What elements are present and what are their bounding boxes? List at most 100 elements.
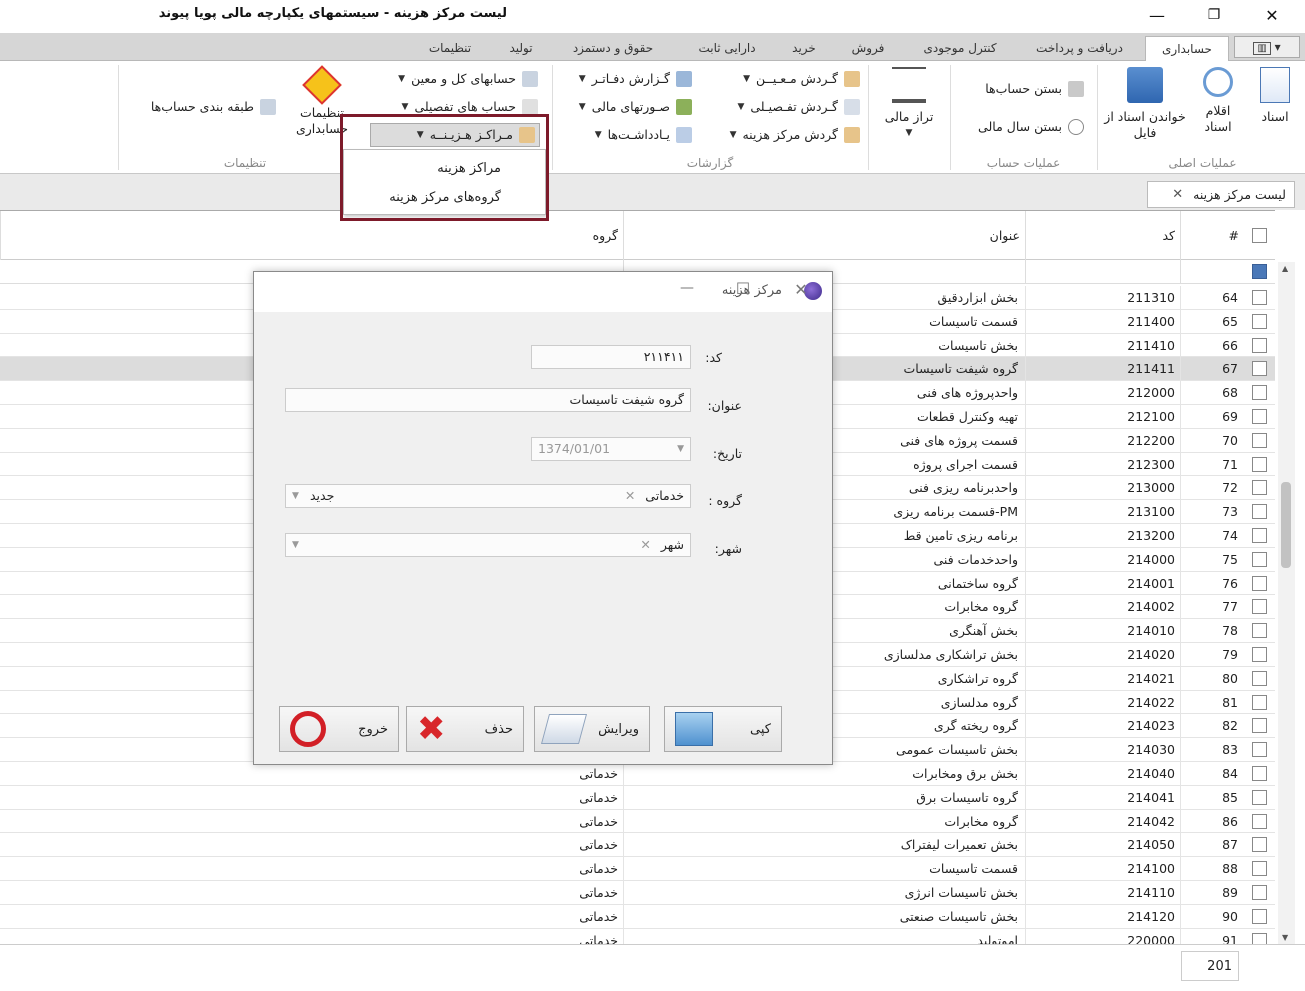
tab-accounting[interactable]: حسابداری [1145, 36, 1229, 62]
dialog-minimize-button[interactable]: — [670, 280, 704, 296]
row-checkbox[interactable] [1252, 861, 1267, 877]
chevron-down-icon[interactable]: ▼ [677, 438, 684, 460]
group-reports-label: گزارشات [686, 156, 734, 170]
select-all-checkbox[interactable] [1252, 228, 1267, 243]
tab-inventory[interactable]: کنترل موجودی [908, 36, 1012, 61]
row-checkbox[interactable] [1252, 504, 1267, 520]
city-select[interactable]: شهر ✕ ▼ [285, 533, 691, 557]
row-code: 214030 [1127, 742, 1175, 758]
row-checkbox[interactable] [1252, 337, 1267, 353]
row-checkbox[interactable] [1252, 789, 1267, 805]
tab-settings[interactable]: تنظیمات [415, 36, 485, 61]
chevron-down-icon[interactable]: ▼ [292, 534, 299, 556]
table-row[interactable]: 88 214100 قسمت تاسیسات خدماتی [0, 857, 1275, 881]
table-row[interactable]: 87 214050 بخش تعمیرات لیفتراک خدماتی [0, 833, 1275, 858]
row-checkbox[interactable] [1252, 290, 1267, 305]
date-field[interactable]: 1374/01/01 ▼ [531, 437, 691, 461]
row-checkbox[interactable] [1252, 361, 1267, 377]
dialog-maximize-button[interactable]: ☐ [726, 279, 760, 298]
minimize-button[interactable]: — [1134, 0, 1180, 30]
row-checkbox[interactable] [1252, 551, 1267, 567]
row-checkbox[interactable] [1252, 813, 1267, 829]
filter-icon[interactable] [1252, 264, 1267, 279]
close-button[interactable]: ✕ [1249, 0, 1295, 30]
row-checkbox[interactable] [1252, 718, 1267, 734]
column-header-title[interactable]: عنوان [623, 211, 1025, 261]
row-checkbox[interactable] [1252, 313, 1267, 329]
row-number: 85 [1222, 789, 1238, 805]
copy-button[interactable]: کپی [664, 706, 782, 752]
group-select[interactable]: خدماتی ✕ جدید ▼ [285, 484, 691, 508]
cost-center-turnover-button[interactable]: گردش مرکز هزینه ▼ [716, 123, 860, 147]
row-checkbox[interactable] [1252, 647, 1267, 662]
code-field[interactable]: ۲۱۱۴۱۱ [531, 345, 691, 369]
row-checkbox[interactable] [1252, 908, 1267, 924]
read-docs-from-file-button[interactable]: خواندن اسناد از فایل [1104, 67, 1186, 141]
exit-button[interactable]: خروج [279, 706, 399, 752]
clear-icon[interactable]: ✕ [625, 488, 635, 503]
document-tab-cost-center-list[interactable]: لیست مرکز هزینه ✕ [1147, 181, 1295, 208]
row-checkbox[interactable] [1252, 432, 1267, 448]
column-header-number[interactable]: # [1180, 211, 1244, 261]
title-field[interactable]: گروه شیفت تاسیسات [285, 388, 691, 412]
table-row[interactable]: 90 214120 بخش تاسیسات صنعتی خدماتی [0, 904, 1275, 929]
tab-receipt-payment[interactable]: دریافت و پرداخت [1022, 36, 1137, 61]
gl-accounts-button[interactable]: حسابهای کل و معین ▼ [376, 67, 538, 91]
notes-button[interactable]: یـادداشـت‌ها ▼ [560, 123, 692, 147]
row-checkbox[interactable] [1252, 599, 1267, 615]
document-tab-strip [0, 174, 1305, 210]
row-checkbox[interactable] [1252, 456, 1267, 472]
chart-report-icon [844, 127, 860, 143]
close-accounts-button[interactable]: بستن حساب‌ها [960, 77, 1084, 101]
delete-button[interactable]: حذف ✖ [406, 706, 524, 752]
quick-access-menu[interactable]: ▥ ▾ [1234, 36, 1300, 58]
tab-production[interactable]: تولید [497, 36, 545, 61]
table-row[interactable]: 89 214110 بخش تاسیسات انرژی خدماتی [0, 881, 1275, 905]
tab-sales[interactable]: فروش [840, 36, 896, 61]
row-checkbox[interactable] [1252, 885, 1267, 900]
close-fiscal-year-button[interactable]: بستن سال مالی [960, 115, 1084, 139]
row-checkbox[interactable] [1252, 409, 1267, 424]
edit-button[interactable]: ویرایش [534, 706, 650, 752]
book-report-button[interactable]: گـزارش دفـاتـر ▼ [560, 67, 692, 91]
row-checkbox[interactable] [1252, 742, 1267, 758]
row-checkbox[interactable] [1252, 694, 1267, 710]
row-group: خدماتی [579, 837, 618, 853]
row-checkbox[interactable] [1252, 932, 1267, 944]
table-row[interactable]: 86 214042 گروه مخابرات خدماتی [0, 809, 1275, 834]
vertical-scrollbar[interactable]: ▲ ▼ [1278, 262, 1295, 944]
row-checkbox[interactable] [1252, 480, 1267, 496]
tab-payroll[interactable]: حقوق و دستمزد [556, 36, 670, 61]
docs-button[interactable]: اسناد [1250, 67, 1300, 125]
row-checkbox[interactable] [1252, 623, 1267, 639]
doc-items-button[interactable]: اقلام اسناد [1193, 67, 1243, 135]
row-checkbox[interactable] [1252, 385, 1267, 401]
new-group-link[interactable]: جدید [310, 485, 334, 507]
table-row[interactable]: 84 214040 بخش برق ومخابرات خدماتی [0, 762, 1275, 786]
tools-icon [302, 65, 342, 105]
row-checkbox[interactable] [1252, 766, 1267, 781]
row-code: 214050 [1127, 837, 1175, 853]
detail-turnover-button[interactable]: گـردش تفـصیـلی ▼ [716, 95, 860, 119]
financial-statements-button[interactable]: صـورتهای مالی ▼ [560, 95, 692, 119]
scrollbar-thumb[interactable] [1281, 482, 1291, 568]
row-code: 211310 [1127, 290, 1175, 305]
row-checkbox[interactable] [1252, 837, 1267, 853]
dialog-close-button[interactable]: ✕ [784, 280, 818, 299]
close-icon[interactable]: ✕ [1172, 187, 1183, 202]
table-row[interactable]: 85 214041 گروه تاسیسات برق خدماتی [0, 785, 1275, 810]
column-header-code[interactable]: کد [1025, 211, 1180, 261]
row-checkbox[interactable] [1252, 670, 1267, 686]
account-classification-button[interactable]: طبقه بندی حساب‌ها [130, 95, 276, 119]
trial-balance-button[interactable]: تراز مالی ▼ [876, 67, 942, 141]
row-checkbox[interactable] [1252, 575, 1267, 591]
tab-purchase[interactable]: خرید [780, 36, 828, 61]
tab-fixed-assets[interactable]: دارایی ثابت [684, 36, 770, 61]
chevron-down-icon[interactable]: ▼ [292, 485, 299, 507]
table-row[interactable]: 91 220000 اموتولید خدماتی [0, 928, 1275, 944]
sub-account-turnover-button[interactable]: گـردش مـعـیــن ▼ [716, 67, 860, 91]
ribbon: اسناد اقلام اسناد خواندن اسناد از فایل ع… [0, 61, 1305, 174]
maximize-button[interactable]: ❐ [1191, 0, 1237, 30]
clear-icon[interactable]: ✕ [640, 537, 650, 552]
row-checkbox[interactable] [1252, 528, 1267, 543]
